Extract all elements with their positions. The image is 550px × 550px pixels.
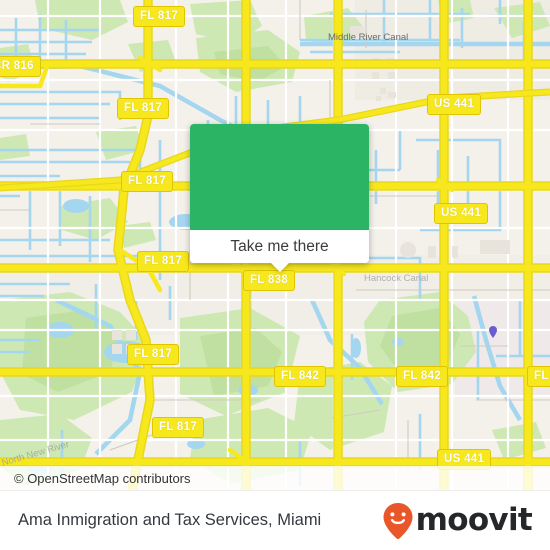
map-text-label: Middle River Canal	[328, 32, 409, 43]
road-shield: FL 817	[133, 6, 186, 27]
place-popup[interactable]: Take me there	[190, 124, 369, 272]
road-shield: FL 817	[127, 344, 180, 365]
moovit-logo[interactable]: moovit	[382, 502, 550, 540]
road-shield: US 441	[434, 203, 489, 224]
moovit-pin-icon	[383, 502, 413, 539]
road-shield: US 441	[427, 94, 482, 115]
road-shield: FL 838	[243, 270, 296, 291]
road-shield: FL 817	[137, 251, 190, 272]
road-shield: FL 817	[117, 98, 170, 119]
road-shield: CR 816	[0, 56, 41, 77]
map-attribution-bar: © OpenStreetMap contributors	[0, 466, 550, 490]
road-shield: FL 842	[274, 366, 327, 387]
moovit-place-map-screenshot: .wtr { fill:none; stroke:#a5d6f0; } .wtr…	[0, 0, 550, 550]
bottom-info-bar: Ama Inmigration and Tax Services, Miami …	[0, 490, 550, 550]
take-me-there-button[interactable]: Take me there	[190, 230, 369, 263]
road-shield: FL 817	[121, 171, 174, 192]
popup-pointer-tail	[269, 262, 290, 272]
place-title: Ama Inmigration and Tax Services, Miami	[18, 511, 322, 529]
road-shield: FL 842	[527, 366, 550, 387]
popup-place-image	[190, 124, 369, 230]
map-text-label: Hancock Canal	[364, 273, 429, 284]
road-shield: FL 817	[152, 417, 205, 438]
attribution-text[interactable]: © OpenStreetMap contributors	[0, 471, 191, 486]
road-shield: FL 842	[396, 366, 449, 387]
map-canvas[interactable]: .wtr { fill:none; stroke:#a5d6f0; } .wtr…	[0, 0, 550, 490]
moovit-wordmark: moovit	[415, 502, 533, 538]
